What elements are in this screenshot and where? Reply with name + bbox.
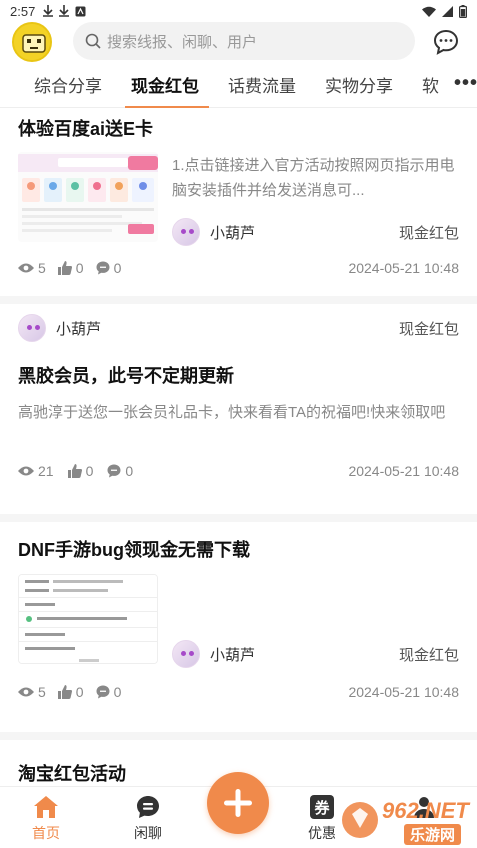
plus-icon	[224, 789, 252, 817]
divider	[0, 514, 477, 522]
comment-count[interactable]: 0	[96, 684, 121, 700]
divider	[0, 296, 477, 304]
post-date: 2024-05-21 10:48	[348, 260, 459, 276]
post-stats-row: 5 0 0 2024-05-21 10:48	[18, 260, 459, 276]
coupon-icon: 券	[310, 795, 334, 819]
battery-icon	[459, 4, 467, 18]
nav-home[interactable]: 首页	[32, 795, 60, 843]
chat-icon	[137, 796, 159, 818]
signal-icon	[442, 5, 453, 17]
download-icon	[43, 5, 54, 17]
divider	[0, 732, 477, 740]
app-notification-icon	[75, 6, 86, 16]
home-icon	[34, 796, 58, 818]
user-avatar[interactable]	[172, 640, 200, 668]
category-tabs: 综合分享 现金红包 话费流量 实物分享 软 •••	[0, 66, 477, 108]
search-placeholder: 搜索线报、闲聊、用户	[107, 33, 258, 51]
post-feed: 体验百度ai送E卡 1.点击链接进入官方活动按照网页指示用电脑安装插件并给发送消…	[0, 108, 477, 848]
post-card[interactable]: 小葫芦 现金红包 黑胶会员，此号不定期更新 高驰淳于送您一张会员礼品卡，快来看看…	[0, 304, 477, 514]
post-excerpt: 1.点击链接进入官方活动按照网页指示用电脑安装插件并给发送消息可...	[172, 157, 455, 199]
status-bar: 2:57	[0, 0, 477, 22]
user-avatar[interactable]	[172, 218, 200, 246]
wifi-icon	[422, 6, 436, 17]
status-time: 2:57	[10, 3, 36, 19]
site-watermark: 962.NET 乐游网	[340, 790, 477, 848]
message-button[interactable]	[432, 28, 460, 56]
eye-icon	[18, 687, 34, 697]
chat-bubble-icon	[433, 29, 459, 55]
author-name[interactable]: 小葫芦	[210, 222, 255, 243]
search-icon	[85, 33, 101, 49]
nav-coupon[interactable]: 券 优惠	[308, 795, 336, 843]
user-avatar-logo[interactable]	[12, 22, 52, 62]
app-screenshot-image	[19, 575, 157, 663]
view-count: 5	[18, 260, 46, 276]
post-card[interactable]: DNF手游bug领现金无需下载 小葫芦 现金红包 5 0 0 2024-05-2…	[0, 522, 477, 732]
search-input[interactable]: 搜索线报、闲聊、用户	[73, 22, 415, 60]
webpage-screenshot-image	[18, 152, 158, 242]
comment-icon	[96, 261, 110, 275]
post-category[interactable]: 现金红包	[399, 318, 459, 339]
comment-count[interactable]: 0	[107, 463, 133, 479]
comment-count[interactable]: 0	[96, 260, 121, 276]
post-date: 2024-05-21 10:48	[348, 684, 459, 700]
post-author-row: 小葫芦 现金红包	[18, 314, 459, 342]
top-header: 搜索线报、闲聊、用户	[0, 22, 477, 62]
watermark-name: 乐游网	[404, 824, 462, 845]
eye-icon	[18, 263, 34, 273]
view-count: 21	[18, 463, 54, 479]
post-title[interactable]: 体验百度ai送E卡	[18, 115, 153, 141]
tab-physical-share[interactable]: 实物分享	[325, 72, 393, 97]
comment-icon	[107, 464, 121, 478]
post-category[interactable]: 现金红包	[399, 222, 459, 243]
tab-cash-redpacket[interactable]: 现金红包	[131, 72, 199, 97]
post-author-row: 小葫芦 现金红包	[172, 640, 459, 668]
post-thumbnail[interactable]	[18, 152, 158, 242]
like-count[interactable]: 0	[67, 463, 93, 479]
author-name[interactable]: 小葫芦	[56, 318, 101, 339]
robot-face-icon	[14, 24, 50, 60]
like-count[interactable]: 0	[57, 260, 84, 276]
post-author-row: 小葫芦 现金红包	[172, 218, 459, 246]
tab-comprehensive-share[interactable]: 综合分享	[34, 72, 102, 97]
post-stats-row: 5 0 0 2024-05-21 10:48	[18, 684, 459, 700]
post-title[interactable]: 黑胶会员，此号不定期更新	[18, 362, 234, 388]
post-date: 2024-05-21 10:48	[348, 463, 459, 479]
post-title[interactable]: DNF手游bug领现金无需下载	[18, 536, 250, 562]
post-card[interactable]: 体验百度ai送E卡 1.点击链接进入官方活动按照网页指示用电脑安装插件并给发送消…	[0, 108, 477, 296]
eye-icon	[18, 466, 34, 476]
post-category[interactable]: 现金红包	[399, 644, 459, 665]
author-name[interactable]: 小葫芦	[210, 644, 255, 665]
like-count[interactable]: 0	[57, 684, 84, 700]
view-count: 5	[18, 684, 46, 700]
download-icon	[59, 5, 70, 17]
nav-chat[interactable]: 闲聊	[134, 795, 162, 843]
thumbs-up-icon	[57, 685, 72, 699]
comment-icon	[96, 685, 110, 699]
post-thumbnail[interactable]	[18, 574, 158, 664]
thumbs-up-icon	[67, 464, 82, 478]
post-excerpt: 高驰淳于送您一张会员礼品卡，快来看看TA的祝福吧!快来领取吧	[18, 404, 446, 421]
more-tabs-button[interactable]: •••	[440, 72, 477, 95]
watermark-brand: 962.NET	[382, 798, 469, 823]
post-stats-row: 21 0 0 2024-05-21 10:48	[18, 463, 459, 479]
thumbs-up-icon	[57, 261, 72, 275]
tab-phone-data[interactable]: 话费流量	[228, 72, 296, 97]
post-title[interactable]: 淘宝红包活动	[18, 760, 126, 786]
user-avatar[interactable]	[18, 314, 46, 342]
tab-software[interactable]: 软	[422, 72, 439, 97]
create-post-button[interactable]	[207, 772, 269, 834]
